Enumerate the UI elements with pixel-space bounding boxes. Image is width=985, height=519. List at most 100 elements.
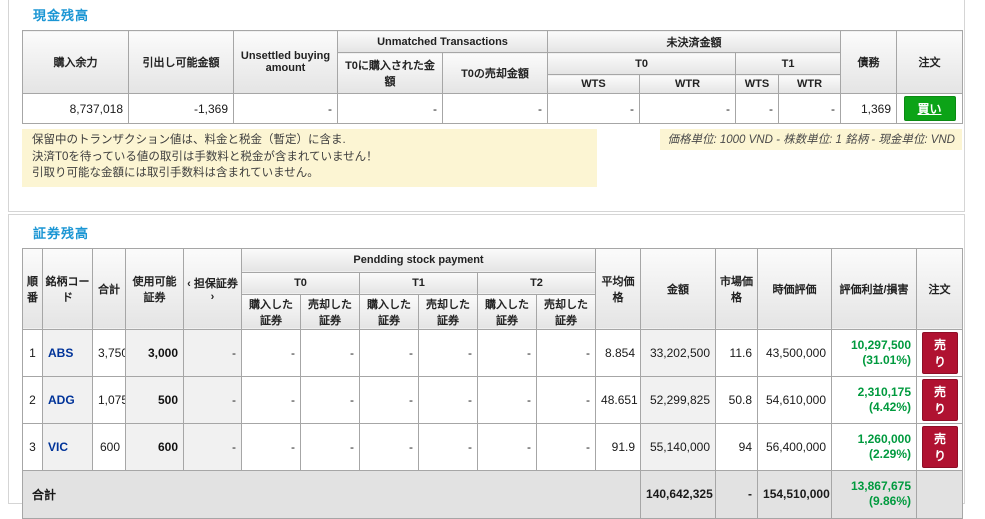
cash-header-t1-wtr: WTR — [779, 75, 841, 94]
stock-row-t2-bought: - — [478, 329, 537, 376]
stock-row-total: 3,750 — [93, 329, 126, 376]
stock-row-t1-sold: - — [419, 376, 478, 423]
stock-balance-table: 順番 銘柄コード 合計 使用可能証券 ‹ 担保証券 › Pendding sto… — [22, 248, 963, 519]
stock-row-index: 3 — [23, 423, 43, 470]
stock-row-available: 3,000 — [126, 329, 184, 376]
profit-value: 13,867,675 — [837, 479, 911, 494]
cash-notes-area: 保留中のトランザクション値は、料金と税金（暫定）に含ま. 決済T0を待っている値… — [22, 129, 962, 187]
stock-total-row: 合計 140,642,325 - 154,510,000 13,867,675 … — [23, 470, 963, 518]
sell-button[interactable]: 売り — [922, 426, 958, 468]
cash-order-cell: 買い — [897, 94, 963, 124]
cash-notes: 保留中のトランザクション値は、料金と税金（暫定）に含ま. 決済T0を待っている値… — [22, 129, 597, 187]
stock-row-available: 600 — [126, 423, 184, 470]
stock-header-amount: 金額 — [641, 248, 716, 329]
stock-header-profit: 評価利益/損害 — [832, 248, 917, 329]
stock-header-t1-bought: 購入した証券 — [360, 294, 419, 329]
stock-total-market-price: - — [716, 470, 758, 518]
stock-row-amount: 33,202,500 — [641, 329, 716, 376]
stock-row-collateral: - — [184, 329, 242, 376]
stock-row-order-cell: 売り — [917, 329, 963, 376]
cash-balance-section: 現金残高 購入余力 引出し可能金額 Unsettled buying amoun… — [8, 0, 965, 212]
stock-row-amount: 52,299,825 — [641, 376, 716, 423]
stock-row-market-price: 11.6 — [716, 329, 758, 376]
cash-header-t0: T0 — [548, 53, 736, 75]
sell-button[interactable]: 売り — [922, 379, 958, 421]
stock-row-profit: 10,297,500 (31.01%) — [832, 329, 917, 376]
stock-row-market-price: 50.8 — [716, 376, 758, 423]
cash-value-t1-wtr: - — [779, 94, 841, 124]
cash-value-t0-bought: - — [338, 94, 443, 124]
stock-row-amount: 55,140,000 — [641, 423, 716, 470]
stock-row-avg-price: 91.9 — [596, 423, 641, 470]
stock-total-order-cell — [917, 470, 963, 518]
stock-row-t0-bought: - — [242, 329, 301, 376]
cash-header-t1-wts: WTS — [736, 75, 779, 94]
cash-header-order: 注文 — [897, 31, 963, 94]
cash-section-title: 現金残高 — [33, 5, 964, 24]
cash-header-debt: 債務 — [841, 31, 897, 94]
stock-total-market-value: 154,510,000 — [758, 470, 832, 518]
stock-header-t2: T2 — [478, 272, 596, 294]
stock-row-symbol[interactable]: ADG — [43, 376, 93, 423]
stock-header-market-price: 市場価格 — [716, 248, 758, 329]
stock-row-avg-price: 8.854 — [596, 329, 641, 376]
stock-total-label: 合計 — [23, 470, 641, 518]
stock-row-collateral: - — [184, 423, 242, 470]
cash-header-t0-bought: T0に購入された金額 — [338, 53, 443, 94]
profit-percent: (31.01%) — [837, 353, 911, 368]
cash-header-unsettled-amount: 未決済金額 — [548, 31, 841, 53]
stock-row-collateral: - — [184, 376, 242, 423]
stock-row-t0-sold: - — [301, 376, 360, 423]
stock-row-t1-sold: - — [419, 423, 478, 470]
cash-value-t1-wts: - — [736, 94, 779, 124]
stock-row-market-value: 43,500,000 — [758, 329, 832, 376]
stock-row-t0-bought: - — [242, 376, 301, 423]
profit-value: 10,297,500 — [837, 338, 911, 353]
stock-row-available: 500 — [126, 376, 184, 423]
stock-header-t0: T0 — [242, 272, 360, 294]
stock-header-t0-sold: 売却した証券 — [301, 294, 360, 329]
stock-section-title: 証券残高 — [33, 223, 964, 242]
stock-header-t0-bought: 購入した証券 — [242, 294, 301, 329]
stock-row-t1-bought: - — [360, 329, 419, 376]
stock-header-available: 使用可能証券 — [126, 248, 184, 329]
cash-header-unsettled-buying: Unsettled buying amount — [234, 31, 338, 94]
stock-row-total: 1,075 — [93, 376, 126, 423]
stock-row-index: 2 — [23, 376, 43, 423]
stock-row-symbol[interactable]: ABS — [43, 329, 93, 376]
profit-value: 2,310,175 — [837, 385, 911, 400]
profit-percent: (4.42%) — [837, 400, 911, 415]
stock-header-t1: T1 — [360, 272, 478, 294]
stock-table-row: 1 ABS 3,750 3,000 - - - - - - - 8.854 33… — [23, 329, 963, 376]
profit-percent: (2.29%) — [837, 447, 911, 462]
stock-row-profit: 1,260,000 (2.29%) — [832, 423, 917, 470]
stock-table-row: 3 VIC 600 600 - - - - - - - 91.9 55,140,… — [23, 423, 963, 470]
stock-row-t2-sold: - — [537, 376, 596, 423]
stock-header-symbol: 銘柄コード — [43, 248, 93, 329]
stock-row-symbol[interactable]: VIC — [43, 423, 93, 470]
profit-value: 1,260,000 — [837, 432, 911, 447]
cash-header-unmatched-transactions: Unmatched Transactions — [338, 31, 548, 53]
cash-note-line-3: 引取り可能な金額には取引手数料は含まれていません。 — [32, 165, 587, 182]
units-note: 価格単位: 1000 VND - 株数単位: 1 銘柄 - 現金単位: VND — [660, 129, 962, 150]
stock-row-t2-sold: - — [537, 423, 596, 470]
stock-row-t2-bought: - — [478, 376, 537, 423]
stock-row-t0-sold: - — [301, 329, 360, 376]
buy-button[interactable]: 買い — [904, 96, 956, 121]
sell-button[interactable]: 売り — [922, 332, 958, 374]
stock-row-total: 600 — [93, 423, 126, 470]
stock-row-t2-sold: - — [537, 329, 596, 376]
stock-row-t1-bought: - — [360, 376, 419, 423]
stock-row-index: 1 — [23, 329, 43, 376]
stock-header-no: 順番 — [23, 248, 43, 329]
stock-header-order: 注文 — [917, 248, 963, 329]
stock-row-order-cell: 売り — [917, 376, 963, 423]
stock-row-t1-bought: - — [360, 423, 419, 470]
cash-header-t1: T1 — [736, 53, 841, 75]
stock-row-t0-bought: - — [242, 423, 301, 470]
stock-total-profit: 13,867,675 (9.86%) — [832, 470, 917, 518]
stock-header-total: 合計 — [93, 248, 126, 329]
stock-header-market-value: 時価評価 — [758, 248, 832, 329]
stock-balance-section: 証券残高 順番 銘柄コード 合計 使用可能証券 ‹ 担保証券 › Penddin… — [8, 214, 965, 504]
cash-value-debt: 1,369 — [841, 94, 897, 124]
